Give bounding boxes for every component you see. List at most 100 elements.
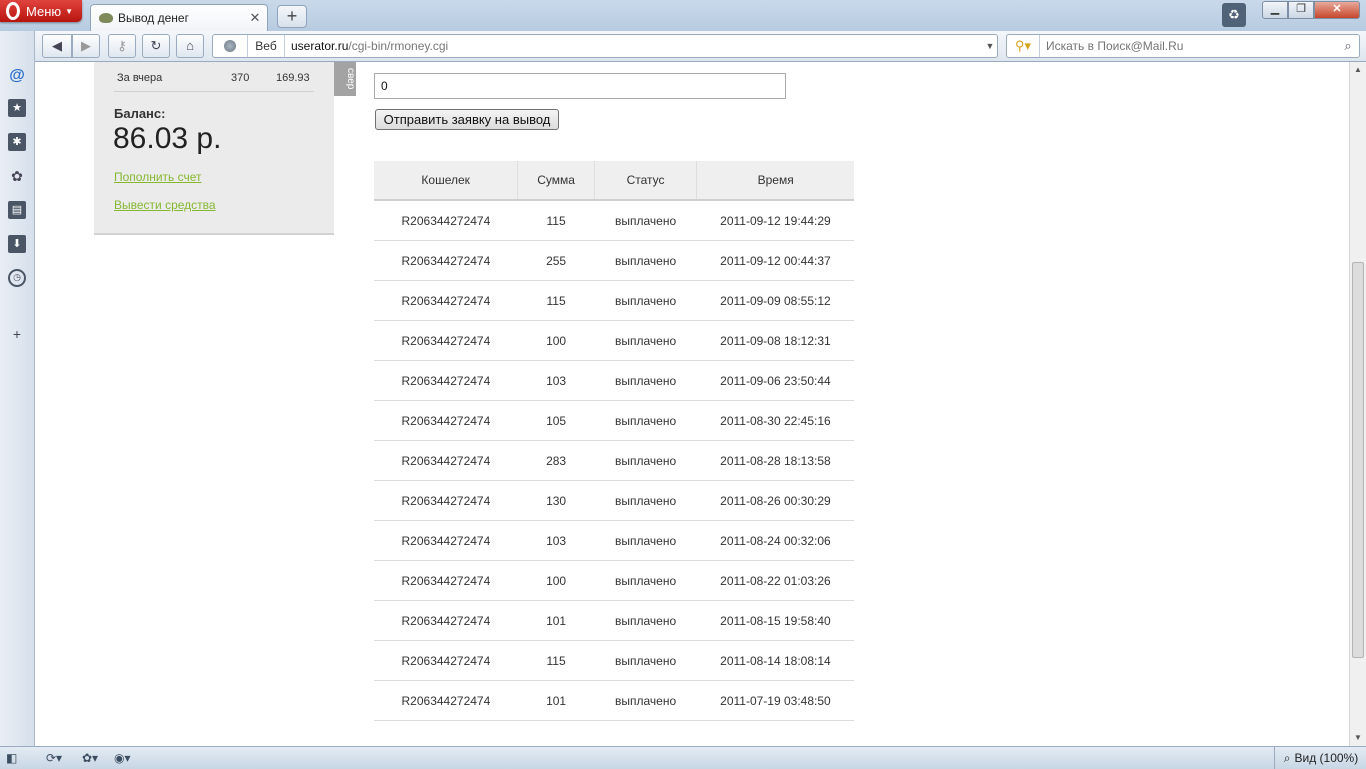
new-tab-button[interactable]: + (277, 5, 307, 28)
wand-key-button[interactable]: ⚷ (108, 34, 136, 58)
cell-status: выплачено (594, 520, 697, 561)
cell-status: выплачено (594, 480, 697, 521)
cell-wallet: R206344272474 (374, 680, 518, 721)
cell-wallet: R206344272474 (374, 280, 518, 321)
table-row: R206344272474 101 выплачено 2011-07-19 03:4… (374, 680, 854, 721)
reload-icon: ↻ (150, 38, 162, 53)
cell-time: 2011-09-06 23:50:44 (696, 360, 854, 401)
favicon-icon (99, 13, 113, 23)
cell-sum: 115 (517, 200, 595, 241)
url-path: /cgi-bin/rmoney.cgi (348, 39, 449, 53)
bookmarks-icon[interactable]: ★ (8, 99, 26, 117)
minimize-button[interactable]: ▁ (1262, 1, 1288, 19)
turbo-icon[interactable]: ◉▾ (114, 750, 131, 766)
page-viewport: За вчера 370 169.93 Баланс: 86.03 р. Поп… (35, 62, 1349, 746)
withdraw-amount-input[interactable] (374, 73, 786, 99)
cell-status: выплачено (594, 280, 697, 321)
url-field[interactable]: userator.ru/cgi-bin/rmoney.cgi (285, 39, 983, 53)
zoom-label: Вид (100%) (1294, 751, 1359, 765)
topup-link[interactable]: Пополнить счет (114, 170, 202, 184)
reload-button[interactable]: ↻ (142, 34, 170, 58)
stats-row-yesterday: За вчера 370 169.93 (114, 68, 314, 92)
table-row: R206344272474 130 выплачено 2011-08-26 00:3… (374, 480, 854, 521)
cell-sum: 101 (517, 680, 595, 721)
search-icon[interactable]: ⌕ (1337, 38, 1359, 54)
cell-wallet: R206344272474 (374, 440, 518, 481)
cell-wallet: R206344272474 (374, 640, 518, 681)
stats-label: За вчера (117, 72, 163, 84)
sync-icon[interactable]: ⟳▾ (46, 750, 62, 766)
zoom-control[interactable]: ⌕ Вид (100%) (1274, 747, 1366, 769)
panel-toggle-icon[interactable]: ◧ (6, 750, 17, 766)
table-header-row: Кошелек Сумма Статус Время (374, 161, 854, 201)
notes-icon[interactable]: ▤ (8, 201, 26, 219)
tab-title: Вывод денег (118, 11, 189, 25)
cell-time: 2011-08-22 01:03:26 (696, 560, 854, 601)
unite-status-icon[interactable]: ✿▾ (82, 750, 98, 766)
cell-status: выплачено (594, 200, 697, 241)
mail-icon[interactable]: @ (8, 67, 26, 85)
cell-wallet: R206344272474 (374, 240, 518, 281)
account-summary: За вчера 370 169.93 Баланс: 86.03 р. Поп… (94, 62, 334, 235)
downloads-icon[interactable]: ⬇ (8, 235, 26, 253)
navigation-bar: ◀ ▶ ⚷ ↻ ⌂ Веб userator.ru/cgi-bin/rmoney… (34, 31, 1366, 62)
search-input[interactable] (1040, 38, 1337, 54)
table-row: R206344272474 101 выплачено 2011-08-15 19:5… (374, 600, 854, 641)
submit-withdraw-button[interactable]: Отправить заявку на вывод (375, 109, 559, 130)
arrow-right-icon: ▶ (81, 38, 91, 53)
withdraw-link[interactable]: Вывести средства (114, 198, 216, 212)
scrollbar-thumb[interactable] (1352, 262, 1364, 658)
cell-sum: 115 (517, 640, 595, 681)
vertical-scrollbar[interactable]: ▲ ▼ (1349, 62, 1366, 746)
address-dropdown-icon[interactable]: ▼ (983, 41, 997, 51)
header-time: Время (696, 161, 854, 201)
balance-value: 86.03 р. (113, 122, 222, 155)
side-tab[interactable]: свер (334, 62, 356, 96)
cell-time: 2011-09-12 00:44:37 (696, 240, 854, 281)
cell-wallet: R206344272474 (374, 520, 518, 561)
cell-time: 2011-08-28 18:13:58 (696, 440, 854, 481)
add-panel-icon[interactable]: + (8, 325, 26, 343)
cell-time: 2011-08-26 00:30:29 (696, 480, 854, 521)
cell-time: 2011-09-12 19:44:29 (696, 200, 854, 241)
scroll-up-icon[interactable]: ▲ (1350, 62, 1366, 78)
scroll-down-icon[interactable]: ▼ (1350, 730, 1366, 746)
cell-wallet: R206344272474 (374, 560, 518, 601)
opera-menu-button[interactable]: Меню ▼ (0, 0, 82, 22)
cell-sum: 105 (517, 400, 595, 441)
status-bar: ◧ ⟳▾ ✿▾ ◉▾ ⌕ Вид (100%) (0, 746, 1366, 769)
back-button[interactable]: ◀ (42, 34, 72, 58)
cell-status: выплачено (594, 600, 697, 641)
arrow-left-icon: ◀ (52, 38, 62, 53)
tab-withdraw[interactable]: Вывод денег ✕ (90, 4, 268, 31)
unite-icon[interactable]: ✿ (8, 167, 26, 185)
window-close-button[interactable]: ✕ (1314, 1, 1360, 19)
cell-wallet: R206344272474 (374, 360, 518, 401)
cell-status: выплачено (594, 440, 697, 481)
address-bar[interactable]: Веб userator.ru/cgi-bin/rmoney.cgi ▼ (212, 34, 998, 58)
stats-count: 370 (231, 72, 250, 84)
table-row: R206344272474 115 выплачено 2011-08-14 18:0… (374, 640, 854, 681)
side-panel: @ ★ ✱ ✿ ▤ ⬇ ◷ + (0, 31, 35, 746)
cell-wallet: R206344272474 (374, 400, 518, 441)
trash-icon[interactable]: ♻ (1222, 3, 1246, 27)
table-row: R206344272474 103 выплачено 2011-08-24 00:3… (374, 520, 854, 561)
widgets-icon[interactable]: ✱ (8, 133, 26, 151)
cell-wallet: R206344272474 (374, 320, 518, 361)
balance-label: Баланс: (114, 106, 166, 121)
forward-button[interactable]: ▶ (72, 34, 100, 58)
cell-wallet: R206344272474 (374, 480, 518, 521)
table-row: R206344272474 115 выплачено 2011-09-09 08:5… (374, 280, 854, 321)
close-tab-icon[interactable]: ✕ (248, 10, 262, 26)
maximize-button[interactable]: ❐ (1288, 1, 1314, 19)
opera-logo-icon (6, 2, 20, 20)
cell-time: 2011-09-08 18:12:31 (696, 320, 854, 361)
history-icon[interactable]: ◷ (8, 269, 26, 287)
cell-sum: 115 (517, 280, 595, 321)
cell-time: 2011-08-30 22:45:16 (696, 400, 854, 441)
cell-status: выплачено (594, 240, 697, 281)
home-button[interactable]: ⌂ (176, 34, 204, 58)
cell-status: выплачено (594, 360, 697, 401)
url-host: userator.ru (291, 39, 349, 53)
search-engine-icon[interactable]: ⚲▾ (1007, 35, 1040, 57)
